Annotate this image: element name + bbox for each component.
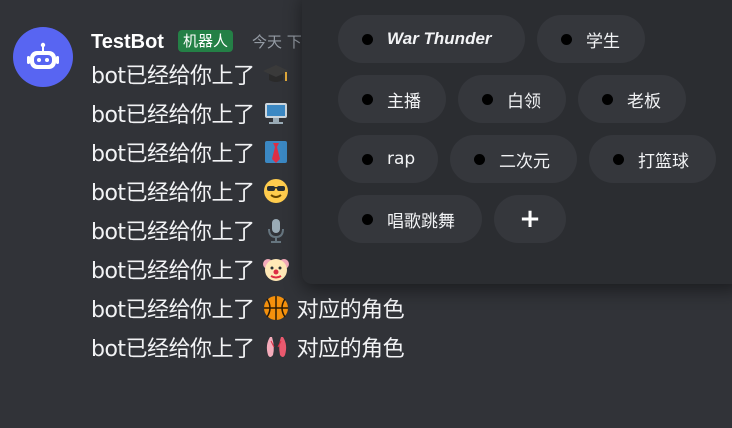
role-color-dot <box>362 33 373 45</box>
role-color-dot <box>474 153 485 165</box>
message-text: bot已经给你上了 <box>91 337 255 362</box>
role-chip-boss[interactable]: 老板 <box>578 75 686 123</box>
username[interactable]: TestBot <box>91 29 164 55</box>
role-chip-label: War Thunder <box>387 29 492 48</box>
role-chip-label: 打篮球 <box>638 151 689 172</box>
role-picker-panel: War Thunder 学生 主播 白领 老板 rap 二次元 打篮球 唱歌跳舞… <box>302 0 732 284</box>
add-role-button[interactable]: + <box>494 195 566 243</box>
role-chip-label: rap <box>387 149 416 169</box>
role-color-dot <box>482 93 493 105</box>
necktie-icon <box>261 137 291 167</box>
role-chip-label: 二次元 <box>499 151 550 172</box>
bot-badge: 机器人 <box>178 30 234 52</box>
message-line: bot已经给你上了 <box>91 134 297 170</box>
basketball-icon <box>261 293 291 323</box>
message-suffix: 对应的角色 <box>296 298 405 323</box>
message-text: bot已经给你上了 <box>91 181 255 206</box>
message-text: bot已经给你上了 <box>91 142 255 167</box>
message-text: bot已经给你上了 <box>91 103 255 128</box>
role-color-dot <box>362 153 373 165</box>
role-color-dot <box>561 33 572 45</box>
role-chip-war-thunder[interactable]: War Thunder <box>338 15 525 63</box>
message-line: bot已经给你上了 <box>91 56 297 92</box>
role-chip-anime[interactable]: 二次元 <box>450 135 577 183</box>
computer-icon <box>261 98 291 128</box>
role-color-dot <box>613 153 624 165</box>
message-text: bot已经给你上了 <box>91 220 255 245</box>
sunglasses-face-icon <box>261 176 291 206</box>
message-text: bot已经给你上了 <box>91 259 255 284</box>
message-line: bot已经给你上了 对应的角色 <box>91 329 405 365</box>
role-chip-label: 白领 <box>507 91 541 112</box>
role-color-dot <box>362 213 373 225</box>
role-chip-label: 主播 <box>387 91 421 112</box>
message-line: bot已经给你上了 <box>91 173 297 209</box>
timestamp: 今天 下 <box>252 33 302 51</box>
role-chip-streamer[interactable]: 主播 <box>338 75 446 123</box>
role-chip-white-collar[interactable]: 白领 <box>458 75 566 123</box>
ballet-shoes-icon <box>261 332 291 362</box>
role-color-dot <box>362 93 373 105</box>
message-text: bot已经给你上了 <box>91 298 255 323</box>
message-line: bot已经给你上了 <box>91 212 297 248</box>
role-chip-basketball[interactable]: 打篮球 <box>589 135 716 183</box>
message-text: bot已经给你上了 <box>91 64 255 89</box>
clown-face-icon <box>261 254 291 284</box>
robot-icon <box>27 42 59 69</box>
avatar[interactable] <box>13 27 73 87</box>
plus-icon: + <box>519 204 541 234</box>
role-color-dot <box>602 93 613 105</box>
role-chip-label: 唱歌跳舞 <box>387 211 455 232</box>
message-suffix: 对应的角色 <box>296 337 405 362</box>
role-chip-student[interactable]: 学生 <box>537 15 645 63</box>
microphone-icon <box>261 215 291 245</box>
role-chip-sing-dance[interactable]: 唱歌跳舞 <box>338 195 482 243</box>
graduation-cap-icon <box>261 59 291 89</box>
message-line: bot已经给你上了 <box>91 251 297 287</box>
message-line: bot已经给你上了 <box>91 95 297 131</box>
role-chip-label: 老板 <box>627 91 661 112</box>
message-line: bot已经给你上了 对应的角色 <box>91 290 405 326</box>
role-chip-rap[interactable]: rap <box>338 135 438 183</box>
role-chip-label: 学生 <box>586 31 620 52</box>
